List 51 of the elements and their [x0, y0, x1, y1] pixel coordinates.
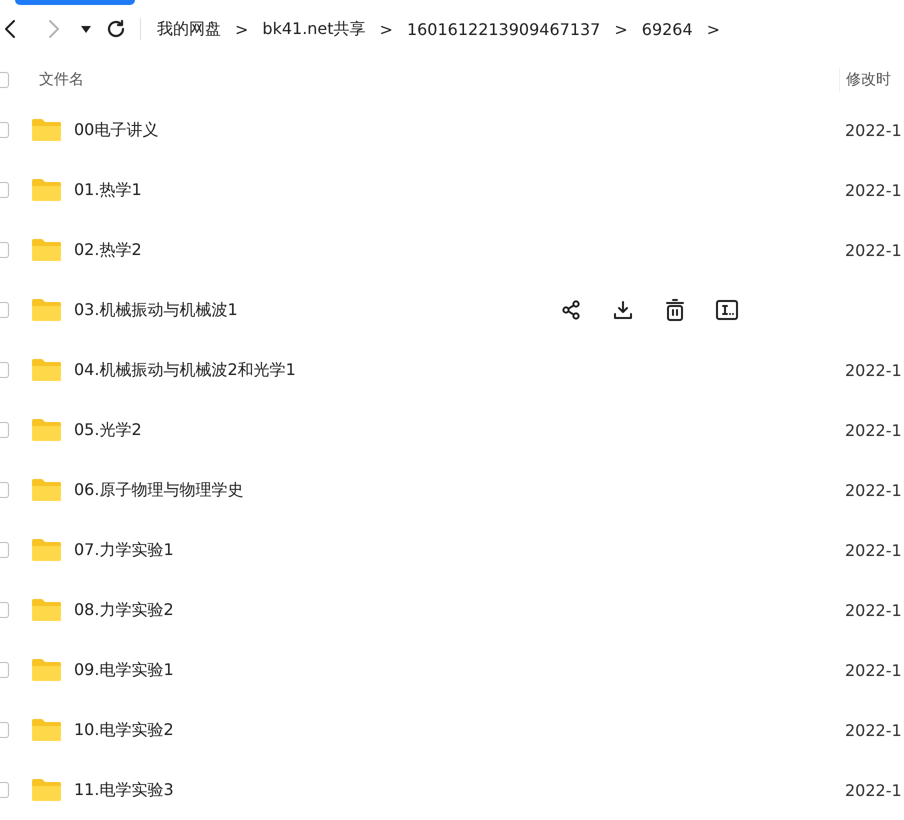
folder-icon: [31, 658, 62, 682]
modified-date: 2022-1: [845, 120, 903, 140]
folder-icon: [31, 718, 62, 742]
modified-date: 2022-1: [845, 600, 903, 620]
modified-date: 2022-1: [845, 240, 903, 260]
share-button[interactable]: [560, 299, 582, 321]
folder-icon: [31, 238, 62, 262]
folder-name[interactable]: 09.电学实验1: [74, 660, 544, 680]
breadcrumb-separator: >: [235, 20, 248, 39]
breadcrumb-separator: >: [614, 20, 628, 39]
folder-name[interactable]: 04.机械振动与机械波2和光学1: [74, 360, 544, 380]
folder-name[interactable]: 07.力学实验1: [74, 540, 544, 560]
folder-icon: [31, 178, 62, 202]
folder-icon: [31, 478, 62, 502]
breadcrumb-link[interactable]: 1601612213909467137: [406, 20, 600, 39]
folder-icon: [31, 298, 62, 322]
download-button[interactable]: [612, 299, 634, 321]
folder-name[interactable]: 03.机械振动与机械波1: [74, 300, 544, 320]
delete-button[interactable]: [664, 299, 686, 321]
breadcrumb-link[interactable]: 69264: [642, 20, 693, 39]
folder-name[interactable]: 00电子讲义: [74, 120, 544, 140]
toolbar-button[interactable]: [15, 0, 135, 5]
modified-date: 2022-1: [845, 480, 903, 500]
modified-date: 2022-1: [845, 420, 903, 440]
modified-date: 2022-1: [845, 660, 903, 680]
folder-name[interactable]: 02.热学2: [74, 240, 544, 260]
folder-name[interactable]: 10.电学实验2: [74, 720, 544, 740]
caret-icon: [81, 26, 91, 33]
modified-date: 2022-1: [845, 720, 903, 740]
folder-name[interactable]: 01.热学1: [74, 180, 544, 200]
breadcrumb-separator: >: [380, 20, 393, 39]
breadcrumb-link[interactable]: bk41.net共享: [262, 18, 366, 40]
breadcrumb-separator: >: [706, 20, 720, 39]
modified-date: 2022-1: [845, 360, 903, 380]
folder-name[interactable]: 05.光学2: [74, 420, 544, 440]
column-header[interactable]: 修改时: [846, 70, 904, 90]
modified-date: 2022-1: [845, 540, 903, 560]
folder-icon: [31, 538, 62, 562]
folder-icon: [31, 778, 62, 802]
breadcrumb-link[interactable]: 我的网盘: [157, 18, 221, 40]
column-header[interactable]: 文件名: [39, 70, 839, 90]
folder-name[interactable]: 08.力学实验2: [74, 600, 544, 620]
folder-icon: [31, 598, 62, 622]
folder-icon: [31, 358, 62, 382]
folder-icon: [31, 118, 62, 142]
folder-name[interactable]: 06.原子物理与物理学史: [74, 480, 544, 500]
modified-date: 2022-1: [845, 780, 903, 800]
rename-button[interactable]: [716, 299, 738, 321]
folder-name[interactable]: 11.电学实验3: [74, 780, 544, 800]
modified-date: 2022-1: [845, 180, 903, 200]
folder-icon: [31, 418, 62, 442]
